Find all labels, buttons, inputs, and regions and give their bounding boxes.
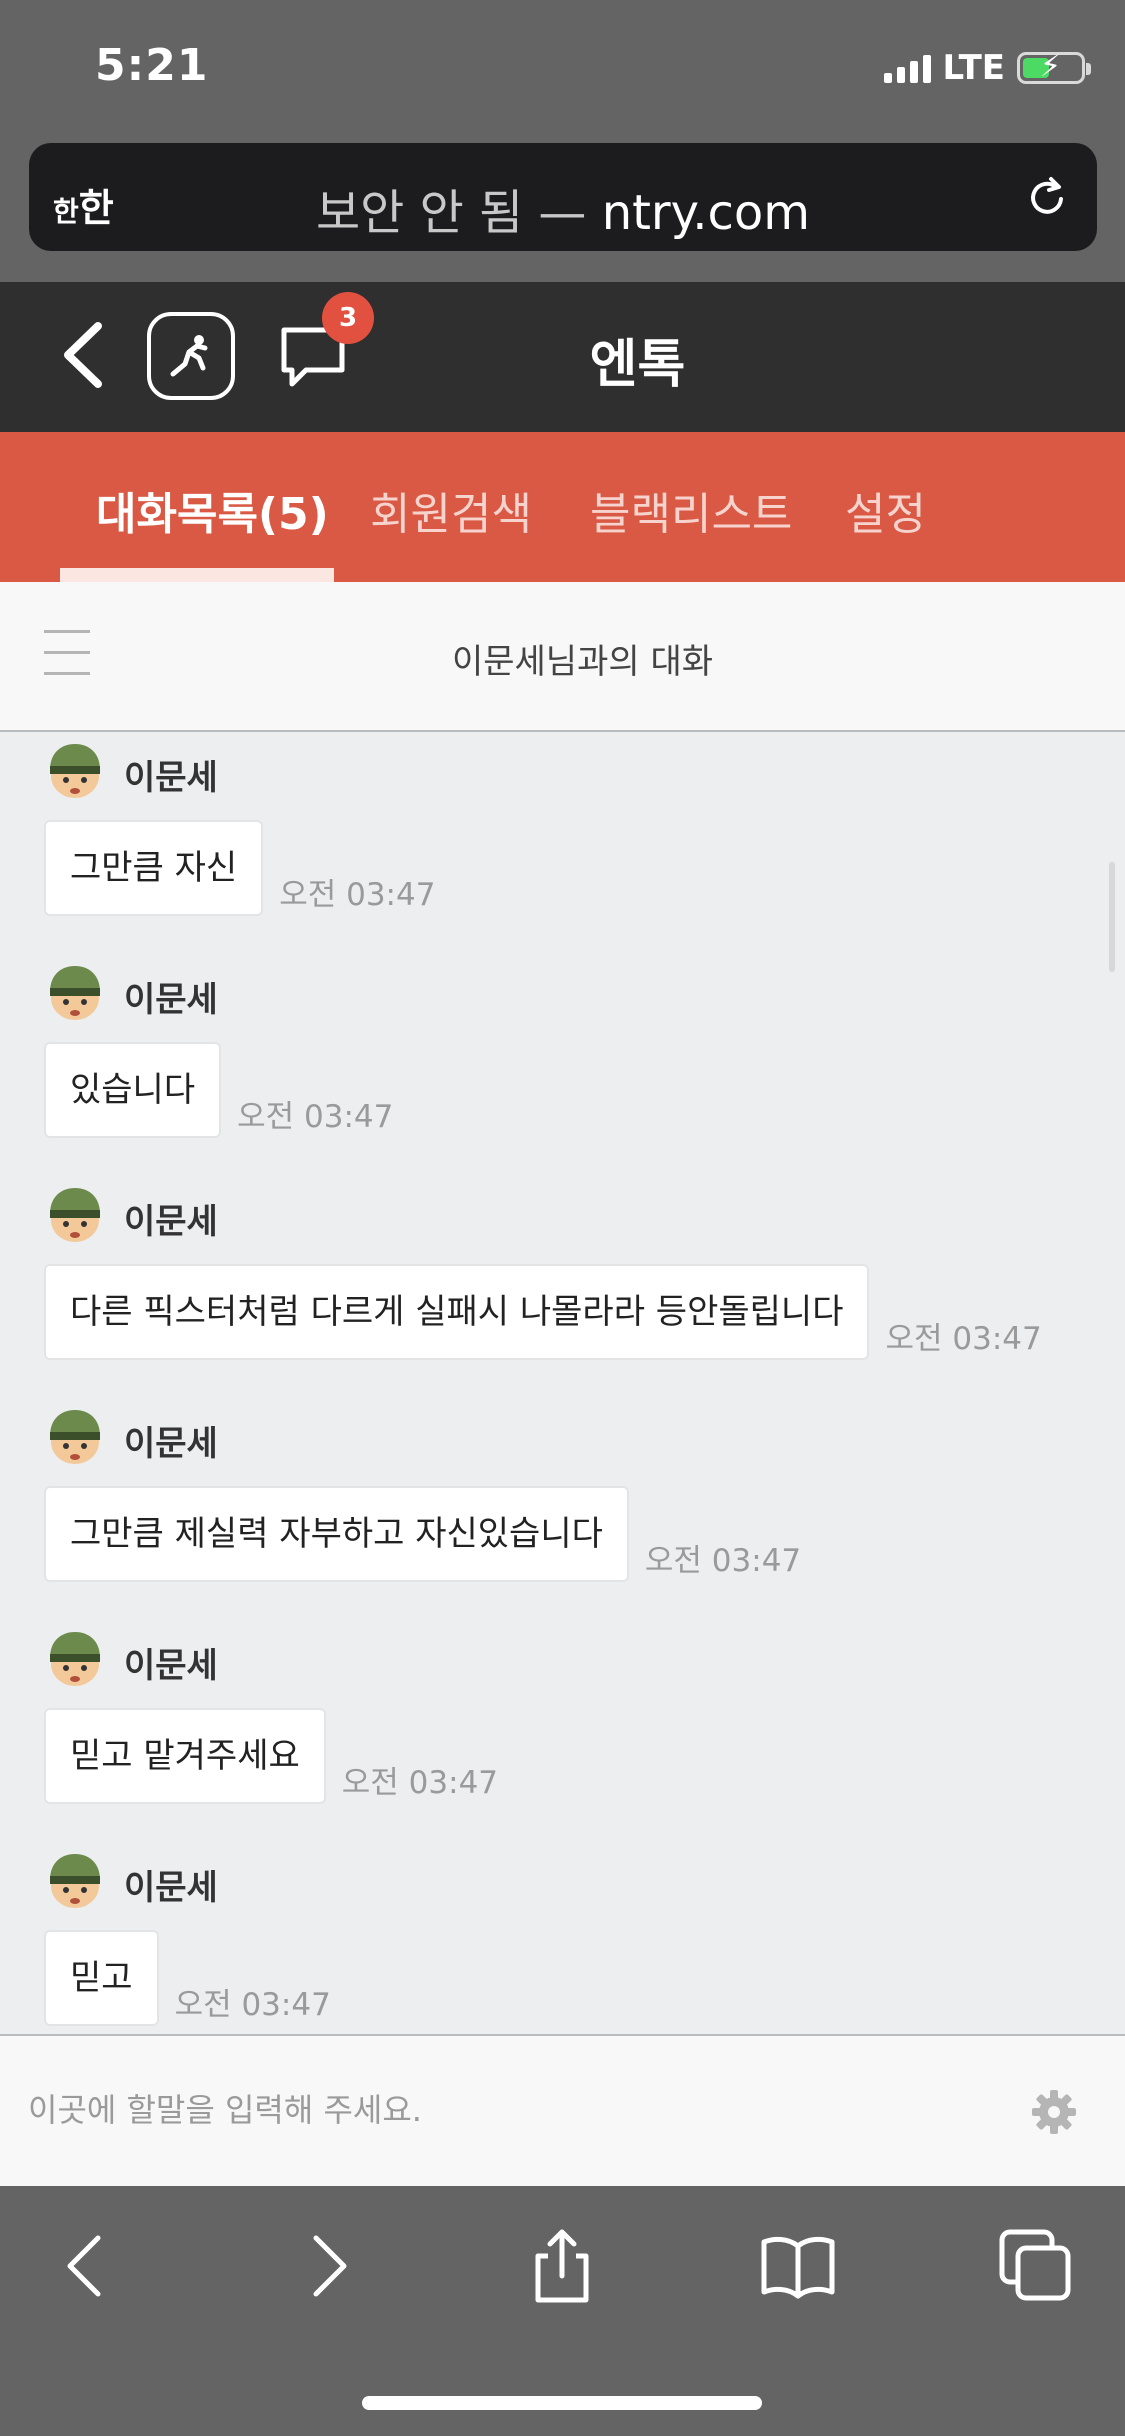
unread-badge: 3: [322, 292, 374, 344]
battery-icon: ⚡: [1017, 49, 1091, 84]
status-indicators: LTE ⚡: [883, 48, 1091, 88]
tabs-icon[interactable]: [996, 2226, 1076, 2306]
message-item: 이문세 다른 픽스터처럼 다르게 실패시 나몰라라 등안돌립니다 오전 03:4…: [44, 1184, 1084, 1360]
conversation-title: 이문세님과의 대화: [451, 642, 714, 682]
reload-icon[interactable]: [1023, 173, 1071, 221]
message-item: 이문세 믿고 오전 03:47: [44, 1850, 1084, 2026]
tab-blacklist[interactable]: 블랙리스트: [590, 478, 792, 542]
message-input[interactable]: [28, 2080, 978, 2140]
home-indicator[interactable]: [362, 2396, 762, 2410]
message-item: 이문세 그만큼 자신 오전 03:47: [44, 740, 1084, 916]
soldier-avatar-icon: [50, 1632, 100, 1686]
gear-icon[interactable]: [1030, 2088, 1078, 2136]
soldier-avatar-icon: [50, 1188, 100, 1242]
browser-forward-icon[interactable]: [288, 2226, 368, 2306]
message-bubble: 그만큼 자신: [44, 820, 264, 916]
soldier-avatar-icon: [50, 966, 100, 1020]
message-time: 오전 03:47: [237, 1099, 394, 1135]
message-bubble: 다른 픽스터처럼 다르게 실패시 나몰라라 등안돌립니다: [44, 1264, 870, 1360]
message-time: 오전 03:47: [885, 1321, 1042, 1357]
message-time: 오전 03:47: [644, 1543, 802, 1579]
sender-name: 이문세: [124, 980, 218, 1020]
sender-name: 이문세: [124, 1424, 218, 1464]
message-item: 이문세 믿고 맡겨주세요 오전 03:47: [44, 1628, 1084, 1804]
soldier-avatar-icon: [50, 744, 100, 798]
network-label: LTE: [942, 48, 1005, 88]
message-time: 오전 03:47: [279, 877, 436, 913]
message-time: 오전 03:47: [174, 1987, 331, 2023]
share-icon[interactable]: [522, 2226, 602, 2306]
scrollbar[interactable]: [1109, 862, 1115, 972]
bookmarks-icon[interactable]: [758, 2226, 838, 2306]
message-time: 오전 03:47: [341, 1765, 499, 1801]
browser-back-icon[interactable]: [46, 2226, 126, 2306]
message-bubble: 믿고: [44, 1930, 159, 2026]
tab-settings[interactable]: 설정: [845, 478, 926, 542]
conversation-header: 이문세님과의 대화: [0, 582, 1125, 732]
signal-icon: [883, 53, 931, 83]
sender-name: 이문세: [124, 758, 218, 798]
sender-name: 이문세: [124, 1202, 218, 1242]
status-time: 5:21: [95, 40, 209, 91]
message-bubble: 그만큼 제실력 자부하고 자신있습니다: [44, 1486, 629, 1582]
url-text[interactable]: 보안 안 됨 — ntry.com: [29, 173, 1097, 243]
soldier-avatar-icon: [50, 1410, 100, 1464]
tab-member-search[interactable]: 회원검색: [370, 478, 532, 542]
sender-name: 이문세: [124, 1646, 218, 1686]
tab-nav: 대화목록(5) 회원검색 블랙리스트 설정: [0, 432, 1125, 582]
sender-name: 이문세: [124, 1868, 218, 1908]
app-header: 엔톡: [0, 282, 1125, 432]
chat-area[interactable]: 이문세 그만큼 자신 오전 03:47 이문세 있습니다 오전 03:47 이문…: [0, 732, 1125, 2034]
composer: [0, 2034, 1125, 2186]
app-title: 엔톡: [589, 335, 686, 395]
active-tab-indicator: [60, 568, 334, 582]
message-item: 이문세 있습니다 오전 03:47: [44, 962, 1084, 1138]
tab-chat-list[interactable]: 대화목록(5): [96, 478, 329, 542]
status-bar: 5:21 LTE ⚡: [0, 0, 1125, 140]
soldier-avatar-icon: [50, 1854, 100, 1908]
address-bar[interactable]: 한한 보안 안 됨 — ntry.com: [29, 143, 1097, 251]
message-bubble: 믿고 맡겨주세요: [44, 1708, 326, 1804]
message-item: 이문세 그만큼 제실력 자부하고 자신있습니다 오전 03:47: [44, 1406, 1084, 1582]
message-bubble: 있습니다: [44, 1042, 222, 1138]
